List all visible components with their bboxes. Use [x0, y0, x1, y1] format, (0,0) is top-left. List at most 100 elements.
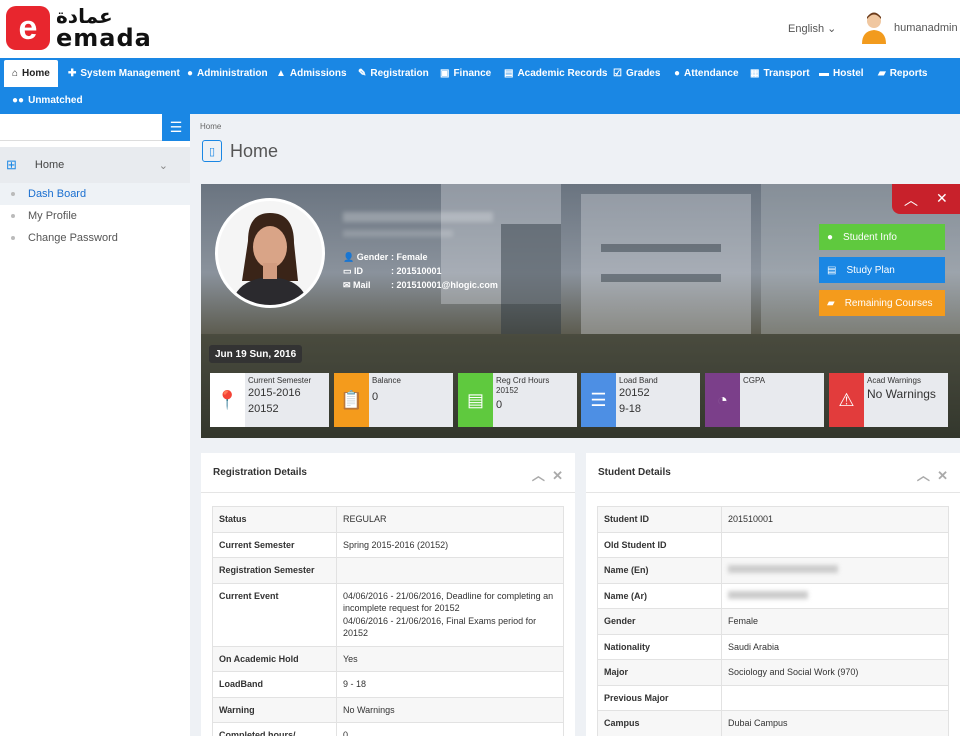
- table-key-cell: Current Event: [213, 583, 337, 646]
- table-key-cell: Nationality: [598, 634, 722, 660]
- nav-academic-records[interactable]: ▤Academic Records: [504, 60, 608, 87]
- table-key-cell: On Academic Hold: [213, 646, 337, 672]
- nav-registration[interactable]: ✎Registration: [358, 60, 429, 87]
- sidebar-item-change-password[interactable]: Change Password: [0, 227, 190, 249]
- wrench-icon: ✚: [68, 68, 76, 79]
- table-value-cell: Sociology and Social Work (970): [722, 660, 949, 686]
- student-panel-title: Student Details: [598, 467, 671, 478]
- nav-admissions[interactable]: ▲Admissions: [276, 60, 347, 87]
- top-bar: e عمادة emada English ⌄ humanadmin: [0, 0, 960, 58]
- stat-balance[interactable]: 📋 Balance0: [334, 373, 453, 427]
- remaining-courses-button[interactable]: ▰Remaining Courses: [819, 290, 945, 316]
- table-key-cell: Completed hours/: [213, 723, 337, 736]
- table-value-cell: No Warnings: [337, 697, 564, 723]
- sidebar-item-my-profile[interactable]: My Profile: [0, 205, 190, 227]
- registration-table: StatusREGULAR Current SemesterSpring 201…: [212, 506, 564, 736]
- table-value-cell: Spring 2015-2016 (20152): [337, 532, 564, 558]
- nav-home[interactable]: ⌂Home: [4, 60, 58, 87]
- chevron-down-icon: ⌄: [159, 159, 168, 172]
- table-value-cell: [722, 532, 949, 558]
- layout-icon: ⊞: [6, 157, 17, 173]
- nav-reports[interactable]: ▰Reports: [878, 60, 928, 87]
- current-date: Jun 19 Sun, 2016: [209, 345, 302, 363]
- user-avatar-icon: [860, 12, 888, 44]
- stat-current-semester[interactable]: 📍 Current Semester2015-201620152: [210, 373, 329, 427]
- table-row: LoadBand9 - 18: [213, 672, 564, 698]
- table-key-cell: LoadBand: [213, 672, 337, 698]
- student-subtitle-blurred: [343, 230, 453, 237]
- pie-chart-icon: ◔: [705, 373, 740, 427]
- nav-transport[interactable]: ▦Transport: [750, 60, 810, 87]
- user-icon: ●: [187, 68, 193, 79]
- close-icon[interactable]: ✕: [937, 468, 948, 483]
- table-value-cell: [337, 558, 564, 584]
- table-row: Current SemesterSpring 2015-2016 (20152): [213, 532, 564, 558]
- table-row: Completed hours/0: [213, 723, 564, 736]
- table-row: Student ID201510001: [598, 507, 949, 533]
- collapse-icon[interactable]: ︿: [532, 468, 545, 483]
- table-value-cell: 201510001: [722, 507, 949, 533]
- nav-attendance[interactable]: ●Attendance: [674, 60, 739, 87]
- registration-panel-title: Registration Details: [213, 467, 307, 478]
- table-value-cell: Saudi Arabia: [722, 634, 949, 660]
- breadcrumb[interactable]: Home: [200, 122, 221, 131]
- language-selector[interactable]: English ⌄: [788, 22, 836, 35]
- collapse-icon[interactable]: ︿: [917, 468, 930, 483]
- study-plan-button[interactable]: ▤Study Plan: [819, 257, 945, 283]
- name-en-blurred: [728, 565, 838, 573]
- logo[interactable]: e عمادة emada: [6, 6, 152, 50]
- table-value-cell: REGULAR: [337, 507, 564, 533]
- student-summary: 👤 Gender: Female ▭ ID: 201510001 ✉ Mail:…: [343, 250, 498, 292]
- student-info-button[interactable]: ●Student Info: [819, 224, 945, 250]
- user-icon: ●: [827, 232, 833, 243]
- mail-value: : 201510001@hlogic.com: [391, 278, 498, 292]
- table-key-cell: Name (En): [598, 558, 722, 584]
- close-icon[interactable]: ✕: [552, 468, 563, 483]
- mail-label: ✉ Mail: [343, 278, 391, 292]
- table-key-cell: Warning: [213, 697, 337, 723]
- clipboard-icon: 📋: [334, 373, 369, 427]
- table-key-cell: Student ID: [598, 507, 722, 533]
- table-value-cell: [722, 685, 949, 711]
- table-value-cell: 0: [337, 723, 564, 736]
- folder-icon: ▰: [878, 68, 886, 79]
- check-square-icon: ☑: [613, 68, 622, 79]
- sidebar: ☰ ⊞ Home ⌄ Dash Board My Profile Change …: [0, 114, 190, 736]
- home-icon: ⌂: [12, 68, 18, 79]
- table-key-cell: Registration Semester: [213, 558, 337, 584]
- table-row: GenderFemale: [598, 609, 949, 635]
- table-key-cell: Name (Ar): [598, 583, 722, 609]
- nav-unmatched[interactable]: ●●Unmatched: [12, 87, 83, 114]
- table-key-cell: Major: [598, 660, 722, 686]
- student-table: Student ID201510001 Old Student ID Name …: [597, 506, 949, 736]
- users-icon: ●●: [12, 95, 24, 106]
- registration-details-panel: Registration Details ︿ ✕ StatusREGULAR C…: [201, 453, 575, 736]
- nav-administration[interactable]: ●Administration: [187, 60, 268, 87]
- book-icon: ▰: [827, 298, 835, 309]
- map-marker-icon: 📍: [210, 373, 245, 427]
- stat-load-band[interactable]: ☰ Load Band201529-18: [581, 373, 700, 427]
- stat-reg-crd-hours[interactable]: ▤ Reg Crd Hours201520: [458, 373, 577, 427]
- nav-grades[interactable]: ☑Grades: [613, 60, 660, 87]
- stat-acad-warnings[interactable]: ⚠ Acad WarningsNo Warnings: [829, 373, 948, 427]
- stat-cgpa[interactable]: ◔ CGPA: [705, 373, 824, 427]
- nav-finance[interactable]: ▣Finance: [440, 60, 491, 87]
- table-row: Previous Major: [598, 685, 949, 711]
- collapse-icon[interactable]: ︿: [904, 190, 918, 210]
- nav-hostel[interactable]: ▬Hostel: [819, 60, 864, 87]
- table-value-cell: Dubai Campus: [722, 711, 949, 736]
- sidebar-section-home[interactable]: ⊞ Home ⌄: [0, 147, 190, 183]
- user-menu[interactable]: humanadmin: [860, 12, 958, 44]
- bus-icon: ▦: [750, 68, 759, 79]
- table-value-cell: Yes: [337, 646, 564, 672]
- hamburger-menu-button[interactable]: ☰: [162, 114, 190, 141]
- id-label: ▭ ID: [343, 264, 391, 278]
- nav-system-management[interactable]: ✚System Management: [68, 60, 180, 87]
- sidebar-item-dashboard[interactable]: Dash Board: [0, 183, 190, 205]
- student-photo: [215, 198, 325, 308]
- close-icon[interactable]: ✕: [936, 190, 948, 207]
- table-row: Registration Semester: [213, 558, 564, 584]
- table-row: WarningNo Warnings: [213, 697, 564, 723]
- gender-value: : Female: [391, 250, 428, 264]
- logo-arabic-text: عمادة: [56, 6, 152, 26]
